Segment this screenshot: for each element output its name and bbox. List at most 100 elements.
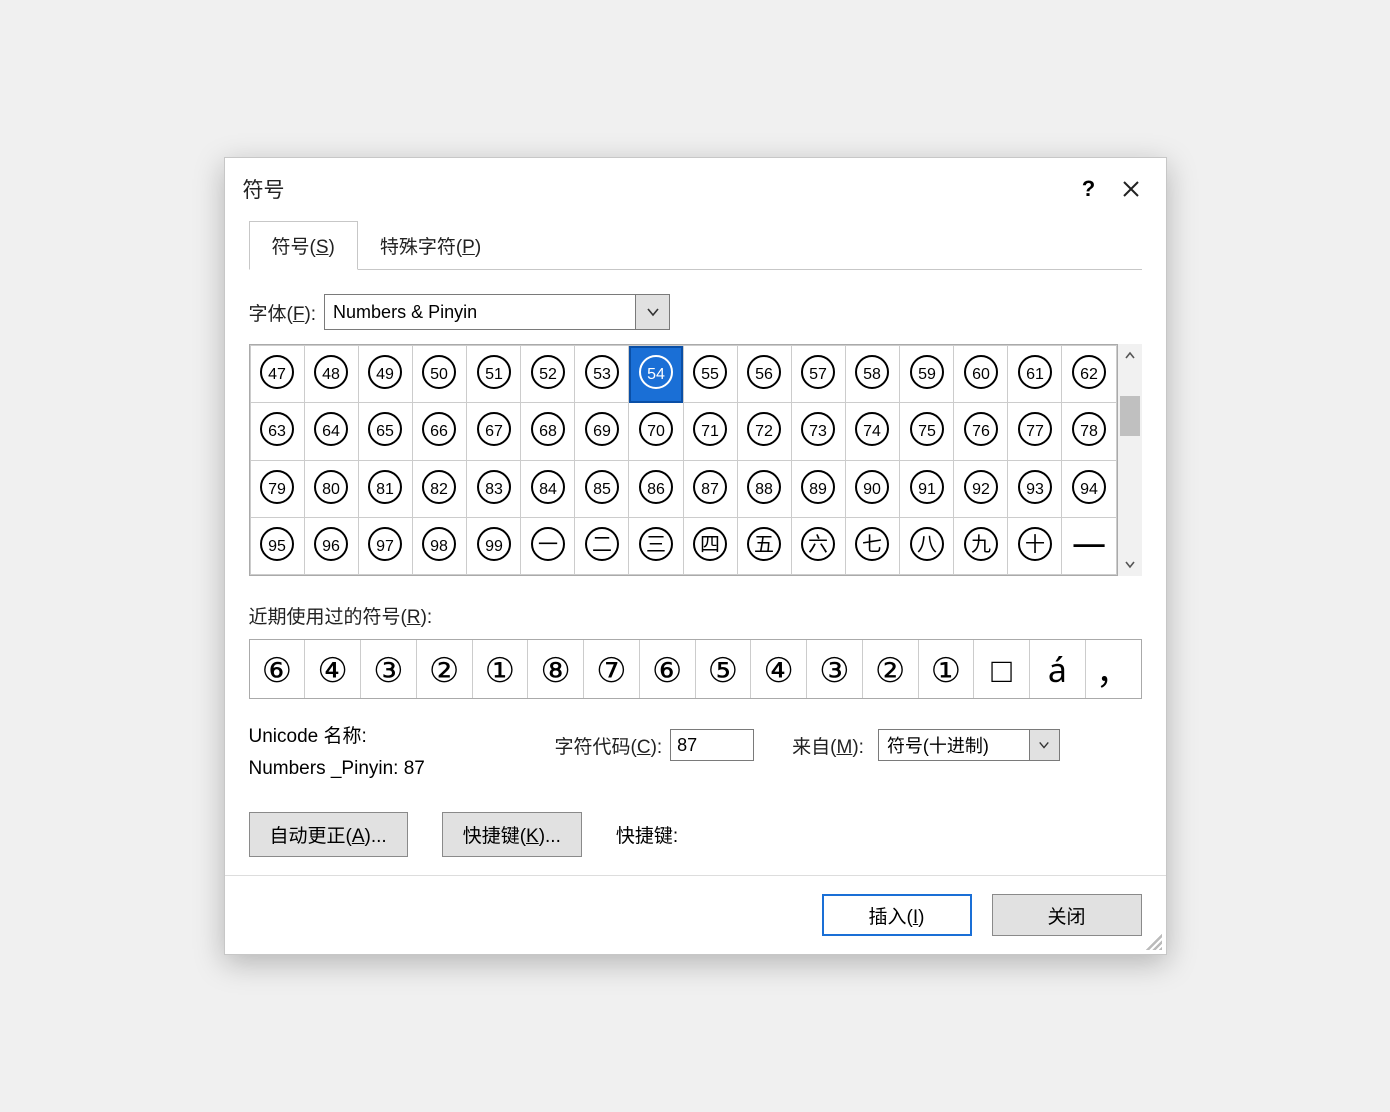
symbol-cell[interactable]: 77 xyxy=(1008,403,1062,460)
symbol-cell[interactable]: 65 xyxy=(358,403,412,460)
symbol-cell[interactable]: 59 xyxy=(900,346,954,403)
cancel-button[interactable]: 关闭 xyxy=(992,894,1142,936)
from-combo[interactable] xyxy=(878,729,1060,761)
vertical-scrollbar[interactable] xyxy=(1118,344,1142,576)
symbol-cell[interactable]: 一 xyxy=(521,517,575,574)
recent-symbol-cell[interactable]: ③ xyxy=(361,640,417,698)
tab-symbols[interactable]: 符号(S) xyxy=(249,221,358,270)
symbol-cell[interactable]: 64 xyxy=(304,403,358,460)
recent-symbol-cell[interactable]: ① xyxy=(919,640,975,698)
symbol-cell[interactable]: 81 xyxy=(358,460,412,517)
symbol-cell[interactable]: 76 xyxy=(954,403,1008,460)
symbol-cell[interactable]: 98 xyxy=(412,517,466,574)
recent-symbol-cell[interactable]: ， xyxy=(1086,640,1141,698)
symbol-cell[interactable]: 73 xyxy=(791,403,845,460)
tab-special-characters[interactable]: 特殊字符(P) xyxy=(358,222,503,269)
symbol-cell[interactable]: 七 xyxy=(845,517,899,574)
from-dropdown-button[interactable] xyxy=(1030,729,1060,761)
symbol-cell[interactable]: 63 xyxy=(250,403,304,460)
font-input[interactable] xyxy=(324,294,636,330)
recent-symbol-cell[interactable]: ⑥ xyxy=(250,640,306,698)
recent-symbol-cell[interactable]: ⑤ xyxy=(696,640,752,698)
from-input[interactable] xyxy=(878,729,1030,761)
symbol-cell[interactable]: 84 xyxy=(521,460,575,517)
symbol-cell[interactable]: 47 xyxy=(250,346,304,403)
symbol-cell[interactable]: 70 xyxy=(629,403,683,460)
symbol-cell[interactable]: 53 xyxy=(575,346,629,403)
recent-symbol-cell[interactable]: ③ xyxy=(807,640,863,698)
recent-symbol-cell[interactable]: ⑧ xyxy=(528,640,584,698)
symbol-cell[interactable]: 79 xyxy=(250,460,304,517)
symbol-cell[interactable]: 60 xyxy=(954,346,1008,403)
symbol-cell[interactable]: 十 xyxy=(1008,517,1062,574)
resize-grip[interactable] xyxy=(1146,934,1162,950)
font-combo[interactable] xyxy=(324,294,670,330)
symbol-cell[interactable]: 82 xyxy=(412,460,466,517)
symbol-cell[interactable]: 54 xyxy=(629,346,683,403)
symbol-cell[interactable]: 97 xyxy=(358,517,412,574)
symbol-cell[interactable]: 68 xyxy=(521,403,575,460)
symbol-cell[interactable]: 61 xyxy=(1008,346,1062,403)
help-button[interactable]: ? xyxy=(1068,171,1110,207)
symbol-cell[interactable]: 93 xyxy=(1008,460,1062,517)
symbol-cell[interactable]: 74 xyxy=(845,403,899,460)
autocorrect-button[interactable]: 自动更正(A)... xyxy=(249,812,408,857)
symbol-cell[interactable]: 95 xyxy=(250,517,304,574)
symbol-cell[interactable]: 94 xyxy=(1062,460,1116,517)
symbol-cell[interactable]: 三 xyxy=(629,517,683,574)
symbol-cell[interactable]: 67 xyxy=(467,403,521,460)
shortcut-key-button[interactable]: 快捷键(K)... xyxy=(442,812,582,857)
font-dropdown-button[interactable] xyxy=(636,294,670,330)
symbol-cell[interactable]: 二 xyxy=(575,517,629,574)
symbol-cell[interactable]: 78 xyxy=(1062,403,1116,460)
symbol-cell[interactable]: 57 xyxy=(791,346,845,403)
symbol-cell[interactable]: 八 xyxy=(900,517,954,574)
symbol-cell[interactable]: 69 xyxy=(575,403,629,460)
recent-symbol-cell[interactable]: ② xyxy=(417,640,473,698)
symbol-cell[interactable]: 56 xyxy=(737,346,791,403)
symbol-cell[interactable]: 50 xyxy=(412,346,466,403)
symbol-cell[interactable]: 89 xyxy=(791,460,845,517)
symbol-cell[interactable]: 88 xyxy=(737,460,791,517)
symbol-cell[interactable]: 49 xyxy=(358,346,412,403)
recent-symbol-cell[interactable]: ④ xyxy=(305,640,361,698)
symbol-cell[interactable]: 58 xyxy=(845,346,899,403)
symbol-cell[interactable]: 90 xyxy=(845,460,899,517)
close-button[interactable] xyxy=(1110,171,1152,207)
symbol-cell[interactable]: 72 xyxy=(737,403,791,460)
symbol-cell[interactable]: 六 xyxy=(791,517,845,574)
symbol-cell[interactable]: 四 xyxy=(683,517,737,574)
symbol-cell[interactable]: 五 xyxy=(737,517,791,574)
symbol-cell[interactable]: 51 xyxy=(467,346,521,403)
symbol-cell[interactable]: 87 xyxy=(683,460,737,517)
symbol-cell[interactable]: 91 xyxy=(900,460,954,517)
recent-symbol-cell[interactable]: á xyxy=(1030,640,1086,698)
symbol-cell[interactable]: 55 xyxy=(683,346,737,403)
recent-symbol-cell[interactable]: ① xyxy=(473,640,529,698)
symbol-cell[interactable]: 62 xyxy=(1062,346,1116,403)
char-code-input[interactable] xyxy=(670,729,754,761)
symbol-cell[interactable]: 92 xyxy=(954,460,1008,517)
scroll-thumb[interactable] xyxy=(1120,396,1140,436)
recent-symbol-cell[interactable]: ⑦ xyxy=(584,640,640,698)
insert-button[interactable]: 插入(I) xyxy=(822,894,972,936)
symbol-cell[interactable]: 86 xyxy=(629,460,683,517)
scroll-down-button[interactable] xyxy=(1118,552,1142,576)
recent-symbol-cell[interactable]: ④ xyxy=(751,640,807,698)
symbol-cell[interactable]: 71 xyxy=(683,403,737,460)
symbol-cell[interactable]: 75 xyxy=(900,403,954,460)
recent-symbol-cell[interactable]: □ xyxy=(974,640,1030,698)
symbol-cell[interactable]: 99 xyxy=(467,517,521,574)
scroll-up-button[interactable] xyxy=(1118,344,1142,368)
symbol-cell[interactable]: 52 xyxy=(521,346,575,403)
symbol-cell[interactable]: 80 xyxy=(304,460,358,517)
symbol-cell[interactable]: 九 xyxy=(954,517,1008,574)
symbol-cell[interactable]: 96 xyxy=(304,517,358,574)
symbol-cell[interactable]: 85 xyxy=(575,460,629,517)
recent-symbol-cell[interactable]: ② xyxy=(863,640,919,698)
symbol-cell[interactable]: 48 xyxy=(304,346,358,403)
symbol-cell[interactable]: 66 xyxy=(412,403,466,460)
symbol-cell[interactable]: 83 xyxy=(467,460,521,517)
recent-symbol-cell[interactable]: ⑥ xyxy=(640,640,696,698)
scroll-track[interactable] xyxy=(1118,368,1142,552)
